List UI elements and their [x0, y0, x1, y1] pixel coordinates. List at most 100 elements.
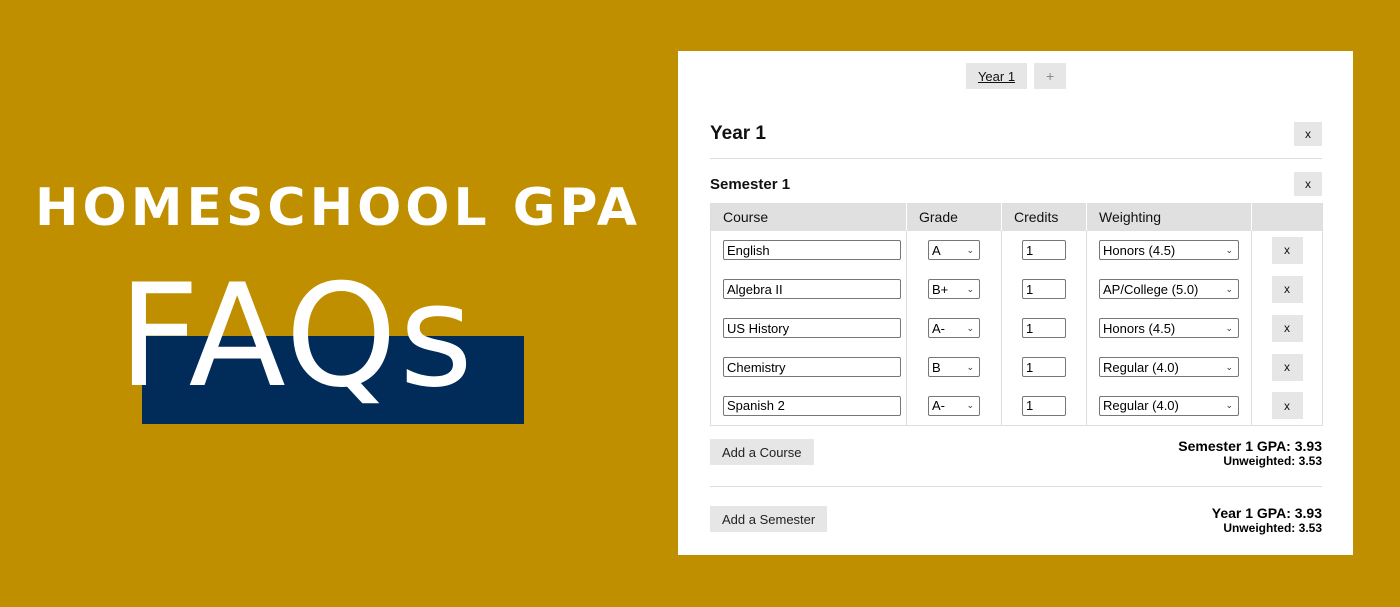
- chevron-down-icon: ⌄: [966, 244, 974, 255]
- remove-course-button[interactable]: x: [1271, 236, 1303, 264]
- grade-cell: B ⌄: [906, 347, 1002, 387]
- course-cell: [710, 308, 907, 348]
- grade-select[interactable]: A- ⌄: [928, 318, 980, 338]
- weighting-select[interactable]: Honors (4.5) ⌄: [1099, 318, 1239, 338]
- gpa-calculator-panel: Year 1 + Year 1 x Semester 1 x Course Gr…: [678, 51, 1353, 555]
- grade-cell: A- ⌄: [906, 386, 1002, 426]
- year-footer: Add a Semester Year 1 GPA: 3.93 Unweight…: [710, 506, 1322, 553]
- column-header-credits: Credits: [1001, 203, 1087, 231]
- add-course-button[interactable]: Add a Course: [710, 439, 814, 465]
- semester-gpa-summary: Semester 1 GPA: 3.93 Unweighted: 3.53: [1178, 438, 1322, 469]
- table-row: B⌄Regular (4.0)⌄x: [710, 347, 1323, 387]
- course-cell: [710, 386, 907, 426]
- add-semester-button[interactable]: Add a Semester: [710, 506, 828, 532]
- grade-value: A-: [932, 320, 945, 336]
- chevron-down-icon: ⌄: [1225, 361, 1233, 372]
- chevron-down-icon: ⌄: [1225, 283, 1233, 294]
- credits-input[interactable]: [1022, 279, 1066, 299]
- remove-course-button[interactable]: x: [1271, 353, 1303, 381]
- weighting-value: Regular (4.0): [1103, 359, 1179, 375]
- weighting-cell: Regular (4.0) ⌄: [1086, 386, 1252, 426]
- actions-cell: x: [1252, 309, 1323, 348]
- weighting-select[interactable]: Honors (4.5) ⌄: [1099, 240, 1239, 260]
- credits-cell: [1001, 386, 1087, 426]
- tab-year-1[interactable]: Year 1: [965, 63, 1028, 89]
- remove-course-button[interactable]: x: [1271, 392, 1303, 420]
- column-header-actions: [1251, 203, 1323, 231]
- credits-cell: [1001, 308, 1087, 348]
- course-name-input[interactable]: [723, 318, 901, 338]
- weighting-select[interactable]: Regular (4.0) ⌄: [1099, 395, 1239, 416]
- table-row: A- ⌄ Honors (4.5) ⌄ x: [710, 308, 1323, 348]
- remove-year-button[interactable]: x: [1294, 122, 1322, 146]
- grade-value: A-: [932, 398, 945, 414]
- actions-cell: x: [1252, 270, 1323, 309]
- table-row: A- ⌄ Regular (4.0) ⌄ x: [710, 386, 1323, 426]
- grade-select[interactable]: B ⌄: [928, 357, 980, 377]
- credits-cell: [1001, 269, 1087, 309]
- add-year-tab-button[interactable]: +: [1034, 63, 1067, 89]
- credits-input[interactable]: [1022, 395, 1066, 416]
- weighting-value: AP/College (5.0): [1103, 281, 1199, 297]
- grade-value: A: [932, 242, 941, 258]
- grade-cell: B+ ⌄: [906, 269, 1002, 309]
- weighting-cell: Honors (4.5) ⌄: [1086, 308, 1252, 348]
- table-row: A⌄Honors (4.5)⌄x: [710, 230, 1323, 270]
- course-name-input[interactable]: [723, 357, 901, 377]
- chevron-down-icon: ⌄: [966, 283, 974, 294]
- chevron-down-icon: ⌄: [966, 400, 974, 411]
- weighting-value: Honors (4.5): [1103, 242, 1176, 258]
- credits-input[interactable]: [1022, 357, 1066, 377]
- semester-title: Semester 1: [710, 175, 791, 193]
- hero-subtitle: FAQs: [118, 254, 476, 419]
- year-tabs: Year 1 +: [710, 63, 1322, 89]
- credits-input[interactable]: [1022, 240, 1066, 260]
- grade-cell: A- ⌄: [906, 308, 1002, 348]
- weighting-select[interactable]: Regular (4.0) ⌄: [1099, 357, 1239, 377]
- actions-cell: x: [1252, 348, 1323, 387]
- grade-cell: A ⌄: [906, 230, 1002, 270]
- column-header-course: Course: [710, 203, 907, 231]
- actions-cell: x: [1252, 231, 1323, 270]
- year-gpa: Year 1 GPA: 3.93: [1211, 505, 1322, 521]
- remove-semester-button[interactable]: x: [1294, 172, 1322, 196]
- weighting-value: Regular (4.0): [1103, 398, 1179, 414]
- year-gpa-summary: Year 1 GPA: 3.93 Unweighted: 3.53: [1211, 505, 1322, 536]
- course-cell: [710, 347, 907, 387]
- weighting-cell: Honors (4.5) ⌄: [1086, 230, 1252, 270]
- courses-table: Course Grade Credits Weighting A⌄Honors …: [710, 203, 1323, 426]
- semester-unweighted-gpa: Unweighted: 3.53: [1223, 454, 1322, 468]
- remove-course-button[interactable]: x: [1271, 314, 1303, 342]
- weighting-cell: Regular (4.0) ⌄: [1086, 347, 1252, 387]
- credits-input[interactable]: [1022, 318, 1066, 338]
- table-header-row: Course Grade Credits Weighting: [710, 203, 1323, 231]
- chevron-down-icon: ⌄: [966, 361, 974, 372]
- course-name-input[interactable]: [723, 395, 901, 416]
- hero-title: HOMESCHOOL GPA: [34, 178, 642, 238]
- actions-cell: x: [1252, 387, 1323, 426]
- course-cell: [710, 230, 907, 270]
- chevron-down-icon: ⌄: [966, 322, 974, 333]
- remove-course-button[interactable]: x: [1271, 275, 1303, 303]
- semester-gpa: Semester 1 GPA: 3.93: [1178, 438, 1322, 454]
- column-header-grade: Grade: [906, 203, 1002, 231]
- grade-select[interactable]: A- ⌄: [928, 395, 980, 416]
- chevron-down-icon: ⌄: [1225, 244, 1233, 255]
- chevron-down-icon: ⌄: [1225, 400, 1233, 411]
- year-unweighted-gpa: Unweighted: 3.53: [1223, 521, 1322, 535]
- grade-select[interactable]: A ⌄: [928, 240, 980, 260]
- table-row: B+ ⌄ AP/College (5.0) ⌄ x: [710, 269, 1323, 309]
- semester-footer: Add a Course Semester 1 GPA: 3.93 Unweig…: [710, 439, 1322, 487]
- year-title: Year 1: [710, 123, 766, 144]
- chevron-down-icon: ⌄: [1225, 322, 1233, 333]
- credits-cell: [1001, 230, 1087, 270]
- grade-value: B: [932, 359, 941, 375]
- semester-header: Semester 1 x: [710, 172, 1322, 196]
- course-name-input[interactable]: [723, 279, 901, 299]
- weighting-cell: AP/College (5.0) ⌄: [1086, 269, 1252, 309]
- course-name-input[interactable]: [723, 240, 901, 260]
- year-header: Year 1 x: [710, 122, 1322, 159]
- grade-select[interactable]: B+ ⌄: [928, 279, 980, 299]
- column-header-weighting: Weighting: [1086, 203, 1252, 231]
- weighting-select[interactable]: AP/College (5.0) ⌄: [1099, 279, 1239, 299]
